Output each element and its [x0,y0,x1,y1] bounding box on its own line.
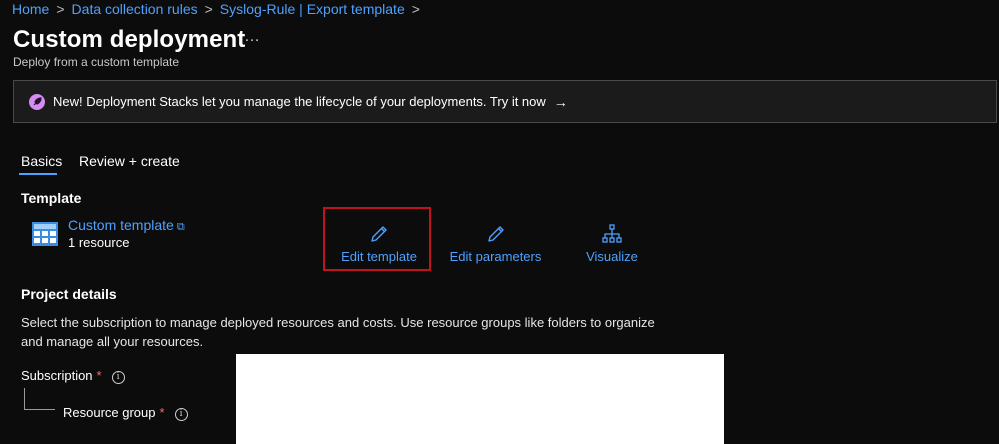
edit-template-button[interactable]: Edit template [337,224,421,264]
required-mark: * [96,368,102,383]
custom-template-link[interactable]: Custom template ⧉ [68,217,185,234]
subscription-label: Subscription * i [21,368,125,384]
hierarchy-icon [602,224,622,243]
arrow-right-icon: → [553,93,568,110]
breadcrumb-data-collection-rules[interactable]: Data collection rules [72,1,198,17]
edit-parameters-label: Edit parameters [449,249,542,264]
tab-basics[interactable]: Basics [21,153,62,169]
active-tab-indicator [19,173,57,175]
project-details-description: Select the subscription to manage deploy… [21,315,655,349]
resource-group-label: Resource group * i [63,405,188,421]
custom-template-label: Custom template [68,217,174,233]
tree-connector [24,409,55,410]
info-icon[interactable]: i [174,408,188,421]
template-grid-icon [32,222,58,246]
resource-group-label-text: Resource group [63,405,156,420]
template-heading: Template [21,190,82,206]
breadcrumb-separator: > [56,1,65,17]
visualize-label: Visualize [586,249,638,264]
info-icon[interactable]: i [111,371,125,384]
breadcrumb-separator: > [411,1,420,17]
more-options-button[interactable]: … [244,28,260,46]
banner-text: New! Deployment Stacks let you manage th… [53,94,546,109]
breadcrumb-separator: > [204,1,213,17]
edit-parameters-button[interactable]: Edit parameters [448,224,543,264]
page-title: Custom deployment [13,26,246,53]
breadcrumb: Home > Data collection rules > Syslog-Ru… [12,0,427,18]
rocket-icon [29,93,45,110]
breadcrumb-home[interactable]: Home [12,1,49,17]
subscription-label-text: Subscription [21,368,93,383]
tree-connector [24,388,25,409]
pencil-icon [487,226,504,242]
project-details-heading: Project details [21,286,117,302]
external-link-icon: ⧉ [176,221,185,233]
breadcrumb-syslog-rule[interactable]: Syslog-Rule | Export template [220,1,405,17]
tab-review-create[interactable]: Review + create [79,153,180,169]
page-subtitle: Deploy from a custom template [13,55,180,69]
visualize-button[interactable]: Visualize [584,224,640,264]
pencil-icon [371,226,387,242]
edit-template-label: Edit template [341,249,417,264]
required-mark: * [159,405,165,420]
deployment-stacks-banner[interactable]: New! Deployment Stacks let you manage th… [13,80,997,123]
resource-count: 1 resource [68,235,130,250]
redacted-inputs-area [236,354,724,444]
